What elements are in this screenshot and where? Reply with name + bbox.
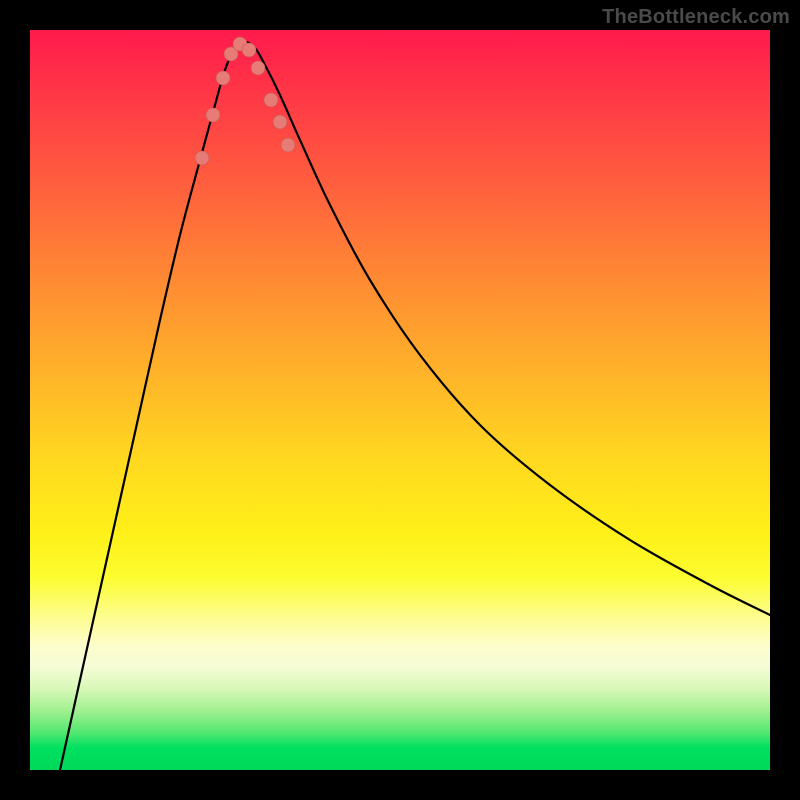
data-marker [195, 151, 209, 165]
data-marker [251, 61, 265, 75]
data-marker [264, 93, 278, 107]
data-marker [206, 108, 220, 122]
bottleneck-curve [60, 42, 770, 770]
chart-frame: TheBottleneck.com [0, 0, 800, 800]
plot-area [30, 30, 770, 770]
curve-layer [30, 30, 770, 770]
data-marker [281, 138, 295, 152]
data-marker [273, 115, 287, 129]
data-marker [216, 71, 230, 85]
watermark-text: TheBottleneck.com [602, 6, 790, 29]
data-marker [242, 43, 256, 57]
markers-group [195, 37, 295, 165]
